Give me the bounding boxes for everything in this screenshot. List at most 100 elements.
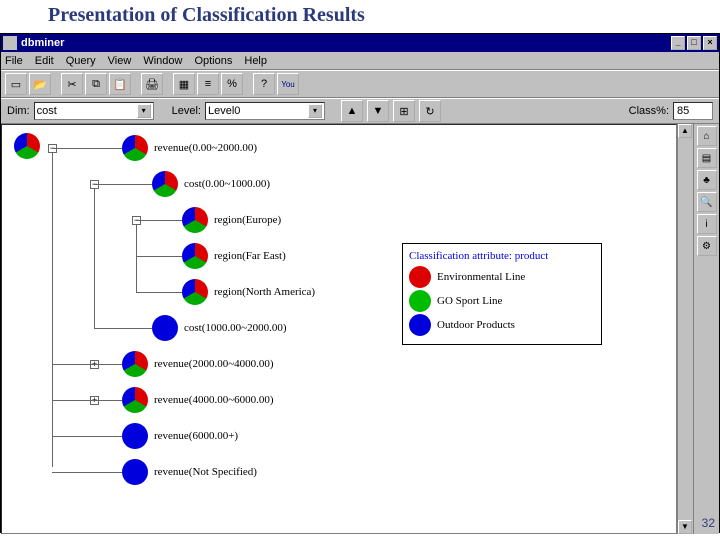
folder-button[interactable]: ▤ [697,148,717,168]
pie-icon [182,243,208,269]
scrollbar-vertical[interactable]: ▲ ▼ [677,124,693,534]
tree-hline [136,256,182,257]
tree-hline [52,436,122,437]
menu-window[interactable]: Window [143,55,182,67]
node-label: region(Europe) [214,214,281,226]
main-area: − − + + − revenue(0.00~2000.00) cost(0.0… [1,124,719,534]
pie-icon [122,387,148,413]
class-label: Class%: [629,105,669,117]
tree-node[interactable]: region(Europe) [182,207,281,233]
menubar: File Edit Query View Window Options Help [1,52,719,70]
copy-button[interactable]: ⧉ [85,73,107,95]
tool-expand-button[interactable]: ▲ [341,100,363,122]
menu-options[interactable]: Options [194,55,232,67]
tree-vline [52,147,53,467]
tree-node[interactable]: cost(1000.00~2000.00) [152,315,287,341]
menu-file[interactable]: File [5,55,23,67]
tree-node[interactable]: region(Far East) [182,243,286,269]
tree-node[interactable]: revenue(4000.00~6000.00) [122,387,274,413]
open-button[interactable]: 📂 [29,73,51,95]
print-button[interactable]: 🖨 [141,73,163,95]
tool-collapse-button[interactable]: ▼ [367,100,389,122]
class-value: 85 [677,105,689,117]
node-label: cost(1000.00~2000.00) [184,322,287,334]
pie-icon [182,207,208,233]
node-label: revenue(6000.00+) [154,430,238,442]
toolbar-params: Dim: cost ▾ Level: Level0 ▾ ▲ ▼ ⊞ ↻ Clas… [1,98,719,124]
menu-view[interactable]: View [108,55,132,67]
tool-grid-button[interactable]: ⊞ [393,100,415,122]
legend-title: Classification attribute: product [409,250,591,262]
slide-title: Presentation of Classification Results [0,0,720,33]
view-grid-button[interactable]: ▦ [173,73,195,95]
menu-help[interactable]: Help [244,55,267,67]
tree-root[interactable] [14,133,40,159]
paste-button[interactable]: 📋 [109,73,131,95]
minimize-button[interactable]: _ [671,36,685,50]
side-toolbar: ⌂ ▤ ♣ 🔍 i ⚙ [693,124,719,534]
node-label: revenue(2000.00~4000.00) [154,358,274,370]
cut-button[interactable]: ✂ [61,73,83,95]
settings-button[interactable]: ⚙ [697,236,717,256]
pie-icon [152,171,178,197]
menu-edit[interactable]: Edit [35,55,54,67]
tree-vline [94,183,95,329]
legend-item: Environmental Line [409,266,591,288]
chevron-down-icon[interactable]: ▾ [308,104,322,118]
tree-node[interactable]: cost(0.00~1000.00) [152,171,270,197]
tree-node[interactable]: revenue(Not Specified) [122,459,257,485]
dim-value: cost [37,105,135,117]
pie-icon [182,279,208,305]
tree-hline [136,292,182,293]
scroll-up-button[interactable]: ▲ [678,124,692,138]
legend-item: Outdoor Products [409,314,591,336]
node-label: region(North America) [214,286,315,298]
level-label: Level: [172,105,201,117]
close-button[interactable]: × [703,36,717,50]
dim-combo[interactable]: cost ▾ [34,102,154,120]
home-button[interactable]: ⌂ [697,126,717,146]
class-input[interactable]: 85 [673,102,713,120]
dim-label: Dim: [7,105,30,117]
zoom-button[interactable]: 🔍 [697,192,717,212]
legend-label: Outdoor Products [437,319,515,331]
tool-refresh-button[interactable]: ↻ [419,100,441,122]
tree-node[interactable]: revenue(6000.00+) [122,423,238,449]
node-label: revenue(4000.00~6000.00) [154,394,274,406]
pie-icon [409,290,431,312]
pie-icon [122,423,148,449]
tree-hline [52,148,122,149]
tree-canvas[interactable]: − − + + − revenue(0.00~2000.00) cost(0.0… [1,124,677,534]
pie-icon [152,315,178,341]
titlebar: dbminer _ □ × [1,34,719,52]
app-title: dbminer [21,37,64,49]
toolbar-main: ▭ 📂 ✂ ⧉ 📋 🖨 ▦ ≡ % ? You [1,70,719,98]
back-button[interactable]: You [277,73,299,95]
node-label: region(Far East) [214,250,286,262]
new-button[interactable]: ▭ [5,73,27,95]
tree-hline [136,220,182,221]
pie-icon [122,459,148,485]
view-chart-button[interactable]: % [221,73,243,95]
tree-node[interactable]: revenue(2000.00~4000.00) [122,351,274,377]
help-button[interactable]: ? [253,73,275,95]
scroll-down-button[interactable]: ▼ [678,520,692,534]
view-list-button[interactable]: ≡ [197,73,219,95]
legend-item: GO Sport Line [409,290,591,312]
pie-icon [14,133,40,159]
app-sysicon[interactable] [3,36,17,50]
node-label: revenue(Not Specified) [154,466,257,478]
window-buttons: _ □ × [671,36,717,50]
info-button[interactable]: i [697,214,717,234]
maximize-button[interactable]: □ [687,36,701,50]
tree-node[interactable]: region(North America) [182,279,315,305]
tree-node[interactable]: revenue(0.00~2000.00) [122,135,257,161]
chevron-down-icon[interactable]: ▾ [137,104,151,118]
tree-view-button[interactable]: ♣ [697,170,717,190]
level-combo[interactable]: Level0 ▾ [205,102,325,120]
pie-icon [122,135,148,161]
pie-icon [409,266,431,288]
pie-icon [122,351,148,377]
legend-label: GO Sport Line [437,295,502,307]
menu-query[interactable]: Query [66,55,96,67]
